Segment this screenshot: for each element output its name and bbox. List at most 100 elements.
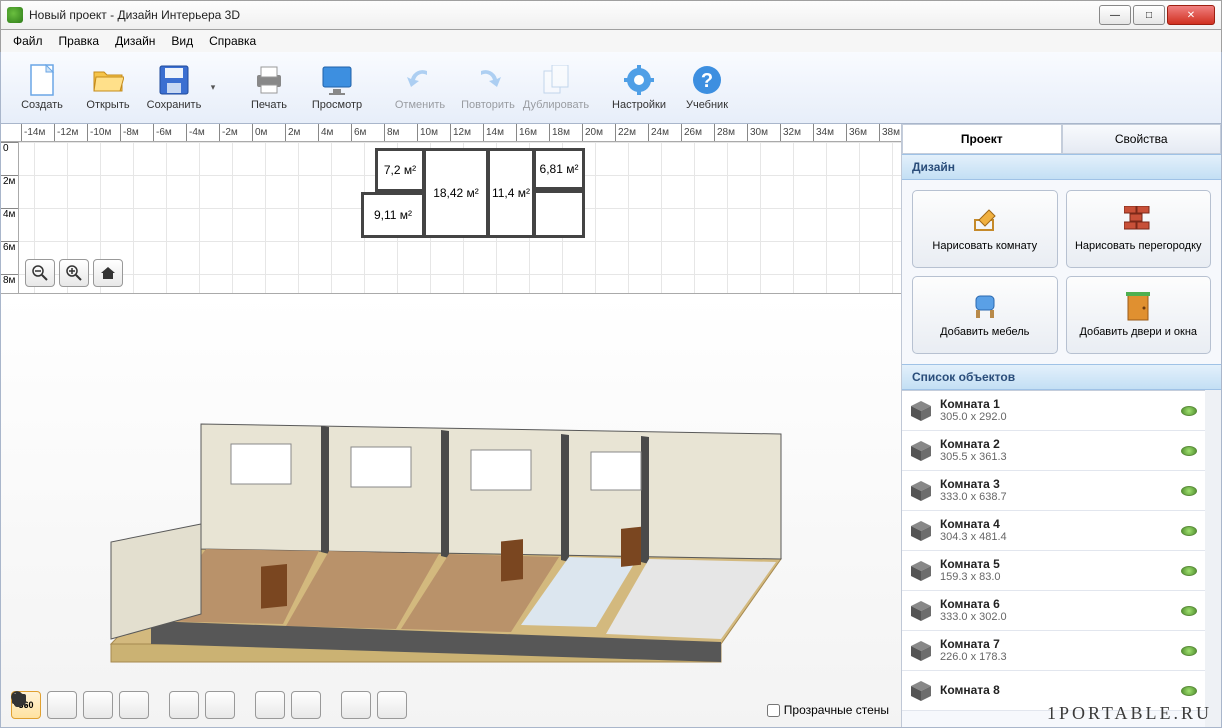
- svg-text:?: ?: [701, 70, 713, 92]
- visibility-eye-icon[interactable]: [1181, 526, 1197, 536]
- preview-button[interactable]: Просмотр: [304, 62, 370, 113]
- home-3d-button[interactable]: [377, 691, 407, 719]
- rotate-left-button[interactable]: [169, 691, 199, 719]
- undo-button[interactable]: Отменить: [387, 62, 453, 113]
- transparent-walls-checkbox[interactable]: Прозрачные стены: [767, 703, 889, 717]
- zoom-in-button[interactable]: [59, 259, 89, 287]
- tutorial-button[interactable]: ? Учебник: [674, 62, 740, 113]
- floor-plan-2d[interactable]: 02м4м6м8м 7,2 м² 18,42 м² 11,4 м² 6,81 м…: [1, 142, 901, 294]
- object-row[interactable]: Комната 1305.0 x 292.0: [902, 391, 1205, 431]
- monitor-icon: [321, 64, 353, 96]
- menu-help[interactable]: Справка: [201, 32, 264, 50]
- object-name: Комната 7: [940, 638, 1173, 651]
- ruler-tick: -6м: [153, 124, 172, 141]
- scrollbar[interactable]: [1205, 390, 1221, 727]
- menu-design[interactable]: Дизайн: [107, 32, 163, 50]
- duplicate-button[interactable]: Дублировать: [523, 62, 589, 113]
- room-2d[interactable]: 18,42 м²: [423, 148, 489, 238]
- object-name: Комната 6: [940, 598, 1173, 611]
- zoom-in-3d-button[interactable]: [119, 691, 149, 719]
- visibility-eye-icon[interactable]: [1181, 406, 1197, 416]
- zoom-out-3d-button[interactable]: [83, 691, 113, 719]
- object-dims: 159.3 x 83.0: [940, 571, 1173, 583]
- cube-icon: [910, 400, 932, 422]
- visibility-eye-icon[interactable]: [1181, 486, 1197, 496]
- ruler-tick: 30м: [747, 124, 768, 141]
- object-list[interactable]: Комната 1305.0 x 292.0Комната 2305.5 x 3…: [902, 390, 1205, 727]
- view-3d[interactable]: 360 Прозрачные стены: [1, 294, 901, 727]
- ruler-tick: 16м: [516, 124, 537, 141]
- room-2d[interactable]: 6,81 м²: [533, 148, 585, 190]
- ruler-tick: -10м: [87, 124, 111, 141]
- ruler-tick: 4м: [1, 208, 18, 220]
- object-row[interactable]: Комната 3333.0 x 638.7: [902, 471, 1205, 511]
- camera-button[interactable]: [341, 691, 371, 719]
- ruler-tick: 28м: [714, 124, 735, 141]
- zoom-out-button[interactable]: [25, 259, 55, 287]
- settings-label: Настройки: [612, 99, 666, 111]
- add-doors-windows-button[interactable]: Добавить двери и окна: [1066, 276, 1212, 354]
- save-dropdown[interactable]: ▾: [207, 56, 219, 119]
- ruler-tick: 2м: [1, 175, 18, 187]
- pan-button[interactable]: [47, 691, 77, 719]
- tilt-up-button[interactable]: [255, 691, 285, 719]
- cube-icon: [910, 480, 932, 502]
- object-row[interactable]: Комната 4304.3 x 481.4: [902, 511, 1205, 551]
- section-design-header: Дизайн: [902, 154, 1221, 180]
- toolbar: Создать Открыть Сохранить ▾ Печать Просм…: [0, 52, 1222, 124]
- transparent-walls-input[interactable]: [767, 704, 780, 717]
- tab-project[interactable]: Проект: [902, 124, 1062, 153]
- object-row[interactable]: Комната 8: [902, 671, 1205, 711]
- object-name: Комната 8: [940, 684, 1173, 697]
- menu-edit[interactable]: Правка: [51, 32, 108, 50]
- visibility-eye-icon[interactable]: [1181, 606, 1197, 616]
- visibility-eye-icon[interactable]: [1181, 646, 1197, 656]
- tilt-down-button[interactable]: [291, 691, 321, 719]
- close-button[interactable]: ✕: [1167, 5, 1215, 25]
- save-button[interactable]: Сохранить: [141, 56, 207, 119]
- ruler-tick: 20м: [582, 124, 603, 141]
- draw-partition-button[interactable]: Нарисовать перегородку: [1066, 190, 1212, 268]
- object-dims: 305.5 x 361.3: [940, 451, 1173, 463]
- ruler-tick: 2м: [285, 124, 300, 141]
- ruler-tick: 34м: [813, 124, 834, 141]
- room-2d[interactable]: 9,11 м²: [361, 192, 425, 238]
- object-dims: 305.0 x 292.0: [940, 411, 1173, 423]
- minimize-button[interactable]: —: [1099, 5, 1131, 25]
- titlebar: Новый проект - Дизайн Интерьера 3D — □ ✕: [0, 0, 1222, 30]
- save-label: Сохранить: [147, 99, 202, 111]
- room-2d[interactable]: 11,4 м²: [487, 148, 535, 238]
- object-name: Комната 1: [940, 398, 1173, 411]
- visibility-eye-icon[interactable]: [1181, 686, 1197, 696]
- object-row[interactable]: Комната 5159.3 x 83.0: [902, 551, 1205, 591]
- object-row[interactable]: Комната 2305.5 x 361.3: [902, 431, 1205, 471]
- app-icon: [7, 7, 23, 23]
- add-furniture-button[interactable]: Добавить мебель: [912, 276, 1058, 354]
- ruler-tick: 6м: [351, 124, 366, 141]
- maximize-button[interactable]: □: [1133, 5, 1165, 25]
- ruler-tick: 4м: [318, 124, 333, 141]
- menu-file[interactable]: Файл: [5, 32, 51, 50]
- object-name: Комната 2: [940, 438, 1173, 451]
- draw-room-button[interactable]: Нарисовать комнату: [912, 190, 1058, 268]
- print-button[interactable]: Печать: [236, 62, 302, 113]
- redo-button[interactable]: Повторить: [455, 62, 521, 113]
- menu-view[interactable]: Вид: [163, 32, 201, 50]
- rotate-right-button[interactable]: [205, 691, 235, 719]
- tutorial-label: Учебник: [686, 99, 728, 111]
- home-view-button[interactable]: [93, 259, 123, 287]
- settings-button[interactable]: Настройки: [606, 62, 672, 113]
- visibility-eye-icon[interactable]: [1181, 446, 1197, 456]
- side-panel: Проект Свойства Дизайн Нарисовать комнат…: [901, 124, 1221, 727]
- room-2d[interactable]: [533, 190, 585, 238]
- object-row[interactable]: Комната 6333.0 x 302.0: [902, 591, 1205, 631]
- visibility-eye-icon[interactable]: [1181, 566, 1197, 576]
- tab-properties[interactable]: Свойства: [1062, 124, 1222, 153]
- ruler-horizontal: -14м-12м-10м-8м-6м-4м-2м0м2м4м6м8м10м12м…: [1, 124, 901, 142]
- create-button[interactable]: Создать: [9, 56, 75, 119]
- open-button[interactable]: Открыть: [75, 56, 141, 119]
- room-2d[interactable]: 7,2 м²: [375, 148, 425, 192]
- object-row[interactable]: Комната 7226.0 x 178.3: [902, 631, 1205, 671]
- ruler-tick: 18м: [549, 124, 570, 141]
- ruler-tick: -2м: [219, 124, 238, 141]
